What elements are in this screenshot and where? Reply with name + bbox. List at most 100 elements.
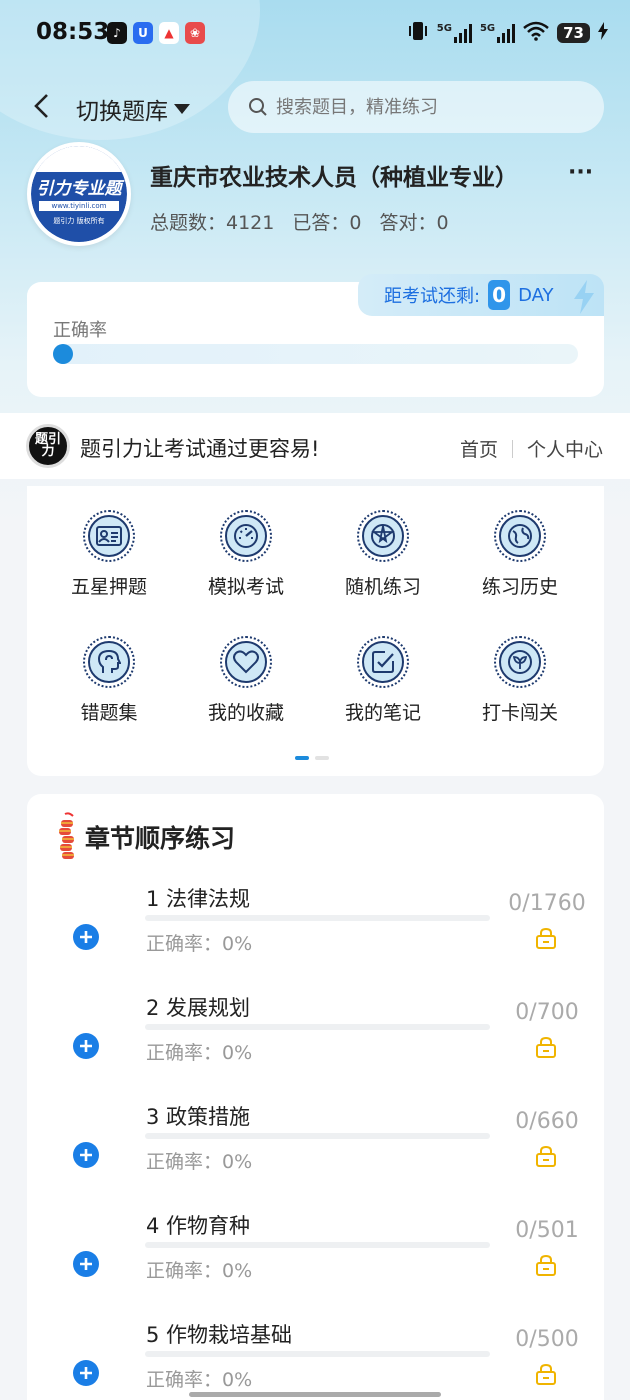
chapter-progress-bar bbox=[145, 915, 490, 921]
countdown-days: 0 bbox=[488, 280, 511, 310]
exam-countdown: 距考试还剩: 0 DAY bbox=[358, 274, 604, 316]
pager-dot-1[interactable] bbox=[295, 756, 309, 760]
star-compass-icon bbox=[371, 524, 395, 548]
lock-icon bbox=[536, 1145, 556, 1167]
firecracker-icon bbox=[59, 812, 74, 859]
slogan-nav: 首页 个人中心 bbox=[460, 435, 603, 462]
chapter-progress-bar bbox=[145, 1351, 490, 1357]
expand-button[interactable] bbox=[73, 1033, 99, 1059]
leaf-icon bbox=[508, 650, 532, 674]
accuracy-card: 距考试还剩: 0 DAY 正确率 bbox=[27, 274, 604, 397]
brand-logo: 题引力 bbox=[26, 424, 70, 468]
nav-divider bbox=[511, 439, 513, 458]
slogan-bar: 题引力 题引力让考试通过更容易! 首页 个人中心 bbox=[0, 413, 630, 479]
more-button[interactable]: ··· bbox=[568, 160, 593, 185]
chapter-accuracy: 正确率：0% bbox=[146, 1151, 253, 1173]
logo-url: www.tiyinli.com bbox=[39, 201, 119, 211]
battery-indicator: 73 bbox=[557, 23, 590, 43]
chapter-accuracy: 正确率：0% bbox=[146, 1042, 253, 1064]
menu-item-wrong-questions[interactable]: 错题集 bbox=[39, 636, 179, 725]
nav-personal-center-link[interactable]: 个人中心 bbox=[527, 435, 603, 462]
search-input[interactable] bbox=[276, 96, 576, 118]
plus-icon bbox=[80, 1149, 92, 1161]
search-icon bbox=[249, 98, 267, 116]
slogan-text: 题引力让考试通过更容易! bbox=[80, 437, 320, 461]
logo-copyright: 题引力 版权所有 bbox=[53, 217, 105, 225]
expand-button[interactable] bbox=[73, 1251, 99, 1277]
expand-button[interactable] bbox=[73, 1360, 99, 1386]
switch-bank-label: 切换题库 bbox=[76, 99, 168, 125]
plus-icon bbox=[80, 1367, 92, 1379]
caret-down-icon bbox=[174, 104, 190, 114]
chapter-name: 1 法律法规 bbox=[146, 887, 251, 911]
chapter-progress-bar bbox=[145, 1242, 490, 1248]
chapter-section-title: 章节顺序练习 bbox=[85, 824, 236, 853]
head-icon bbox=[97, 649, 121, 673]
menu-item-random-practice[interactable]: 随机练习 bbox=[313, 510, 453, 599]
chapter-row[interactable]: 4 作物育种 正确率：0% 0/501 bbox=[27, 1214, 604, 1326]
search-bar[interactable] bbox=[228, 81, 604, 133]
chapter-practice-card: 章节顺序练习 1 法律法规 正确率：0% 0/1760 2 发展规划 正确率：0… bbox=[27, 794, 604, 1400]
back-button[interactable] bbox=[26, 90, 56, 122]
correct-count: 答对：0 bbox=[379, 212, 449, 234]
answered-count: 已答：0 bbox=[292, 212, 362, 234]
expand-button[interactable] bbox=[73, 1142, 99, 1168]
switch-bank-button[interactable]: 切换题库 bbox=[76, 92, 190, 126]
chapter-row[interactable]: 3 政策措施 正确率：0% 0/660 bbox=[27, 1105, 604, 1217]
countdown-label: 距考试还剩: bbox=[384, 286, 481, 307]
app-red-icon: ❀ bbox=[185, 22, 205, 44]
status-time: 08:53 bbox=[36, 19, 110, 45]
chapter-count: 0/660 bbox=[515, 1109, 579, 1134]
logo-text: 引力专业题 bbox=[36, 179, 122, 199]
feature-menu: 五星押题 模拟考试 随机练习 练习历史 错题集 我的收藏 我的笔记 打卡闯关 bbox=[27, 486, 604, 776]
chapter-row[interactable]: 1 法律法规 正确率：0% 0/1760 bbox=[27, 887, 604, 999]
exam-stats: 总题数：4121 已答：0 答对：0 bbox=[150, 208, 449, 235]
top-nav: 切换题库 bbox=[0, 78, 630, 136]
chapter-count: 0/700 bbox=[515, 1000, 579, 1025]
tiktok-icon: ♪ bbox=[107, 22, 127, 44]
wifi-icon bbox=[523, 21, 549, 45]
menu-item-check-in[interactable]: 打卡闯关 bbox=[450, 636, 590, 725]
lock-icon bbox=[536, 927, 556, 949]
chapter-count: 0/1760 bbox=[508, 891, 586, 916]
plus-icon bbox=[80, 931, 92, 943]
nav-home-link[interactable]: 首页 bbox=[460, 435, 498, 462]
menu-pager[interactable] bbox=[295, 756, 329, 760]
menu-item-notes[interactable]: 我的笔记 bbox=[313, 636, 453, 725]
chapter-row[interactable]: 2 发展规划 正确率：0% 0/700 bbox=[27, 996, 604, 1108]
accuracy-progress-fill bbox=[53, 344, 73, 364]
chapter-row[interactable]: 5 作物栽培基础 正确率：0% 0/500 bbox=[27, 1323, 604, 1399]
status-bar: 08:53 ♪ U ▲ ❀ 5G 5G 73 bbox=[0, 0, 630, 70]
note-check-icon bbox=[372, 651, 394, 673]
accuracy-progress-bar bbox=[53, 344, 578, 364]
chapter-name: 4 作物育种 bbox=[146, 1214, 251, 1238]
chapter-header: 章节顺序练习 bbox=[55, 812, 235, 862]
chapter-accuracy: 正确率：0% bbox=[146, 933, 253, 955]
speedometer-icon bbox=[234, 524, 258, 548]
expand-button[interactable] bbox=[73, 924, 99, 950]
total-questions: 总题数：4121 bbox=[150, 212, 275, 234]
menu-item-mock-exam[interactable]: 模拟考试 bbox=[176, 510, 316, 599]
lock-icon bbox=[536, 1254, 556, 1276]
notification-icons: ♪ U ▲ ❀ bbox=[107, 22, 205, 44]
chapter-progress-bar bbox=[145, 1133, 490, 1139]
heart-icon bbox=[233, 650, 259, 674]
chapter-name: 2 发展规划 bbox=[146, 996, 251, 1020]
lock-icon bbox=[536, 1036, 556, 1058]
chapter-name: 5 作物栽培基础 bbox=[146, 1323, 293, 1347]
plus-icon bbox=[80, 1040, 92, 1052]
charging-icon bbox=[598, 22, 608, 44]
app-u-icon: U bbox=[133, 22, 153, 44]
system-icons: 5G 5G 73 bbox=[407, 20, 608, 46]
plus-icon bbox=[80, 1258, 92, 1270]
exam-title: 重庆市农业技术人员（种植业专业） bbox=[150, 165, 518, 191]
signal-1-icon: 5G bbox=[437, 23, 472, 43]
home-indicator[interactable] bbox=[189, 1392, 441, 1397]
pager-dot-2[interactable] bbox=[315, 756, 329, 760]
chapter-count: 0/501 bbox=[515, 1218, 579, 1243]
menu-item-favorites[interactable]: 我的收藏 bbox=[176, 636, 316, 725]
menu-item-practice-history[interactable]: 练习历史 bbox=[450, 510, 590, 599]
lightning-icon bbox=[574, 280, 594, 314]
menu-item-five-star[interactable]: 五星押题 bbox=[39, 510, 179, 599]
chapter-count: 0/500 bbox=[515, 1327, 579, 1352]
